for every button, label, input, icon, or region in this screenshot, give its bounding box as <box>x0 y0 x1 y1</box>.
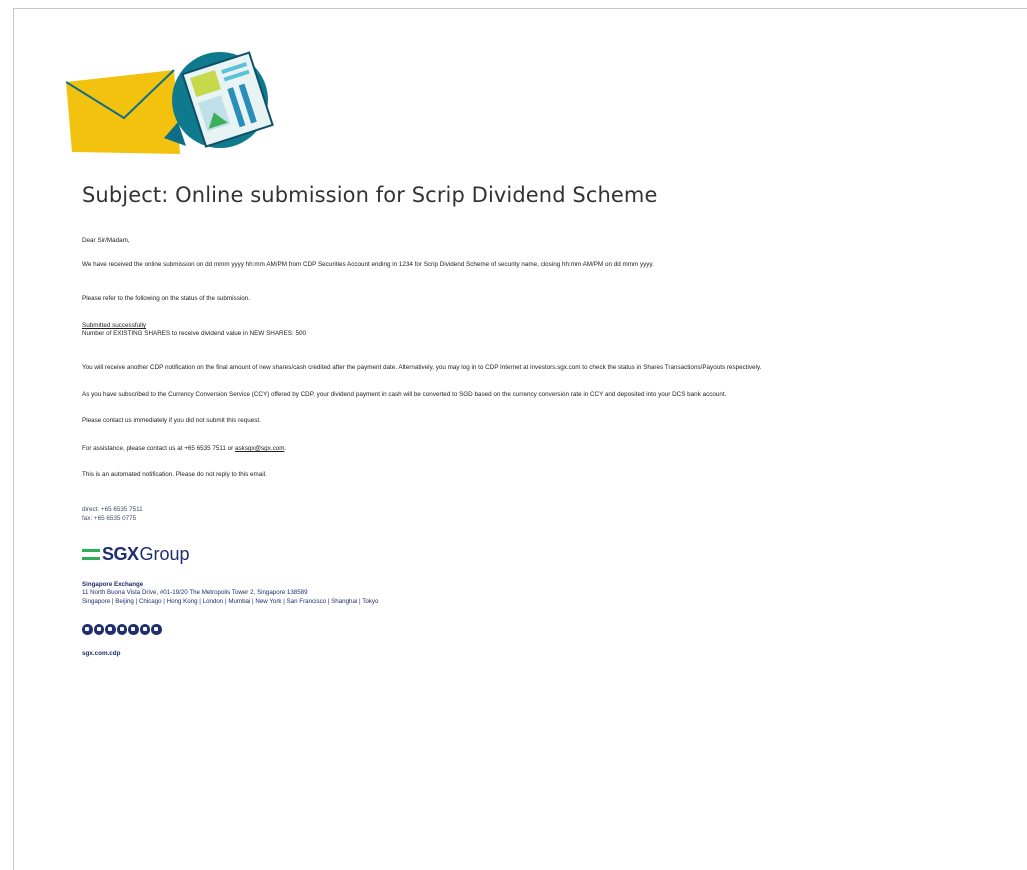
social-icons <box>82 624 162 635</box>
linkedin-icon[interactable] <box>93 624 104 635</box>
facebook-icon[interactable] <box>82 624 93 635</box>
sgx-bars-icon <box>82 548 100 560</box>
para-assistance: For assistance, please contact us at +65… <box>82 444 286 453</box>
assist-suffix: . <box>284 445 287 452</box>
logo-sgx-text: SGX <box>102 543 139 564</box>
para-automated: This is an automated notification. Pleas… <box>82 471 267 478</box>
org-name: Singapore Exchange <box>82 581 144 588</box>
org-address: 11 North Buona Vista Drive, #01-19/20 Th… <box>82 589 308 597</box>
assist-prefix: For assistance, please contact us at +65… <box>82 445 236 452</box>
telegram-icon[interactable] <box>116 624 127 635</box>
sgx-group-logo: SGX Group <box>82 543 190 565</box>
para-notification: You will receive another CDP notificatio… <box>82 364 762 371</box>
email-subject: Subject: Online submission for Scrip Div… <box>82 183 658 207</box>
para-ccy: As you have subscribed to the Currency C… <box>82 391 727 398</box>
para-contact: Please contact us immediately if you did… <box>82 417 261 424</box>
weibo-icon[interactable] <box>139 624 150 635</box>
logo-group-text: Group <box>139 543 190 564</box>
org-cities: Singapore | Beijing | Chicago | Hong Kon… <box>82 597 379 605</box>
status-detail: Number of EXISTING SHARES to receive div… <box>82 330 306 337</box>
email-greeting: Dear Sir/Madam, <box>82 237 130 244</box>
para-refer: Please refer to the following on the sta… <box>82 295 251 302</box>
para-received: We have received the online submission o… <box>82 261 654 268</box>
signature-direct: direct: +65 6535 7511 <box>82 506 143 513</box>
signature-address-block: Singapore Exchange 11 North Buona Vista … <box>82 581 378 606</box>
youtube-icon[interactable] <box>151 624 162 635</box>
envelope-newsletter-illustration <box>66 51 274 154</box>
twitter-icon[interactable] <box>128 624 139 635</box>
website-link[interactable]: sgx.com.cdp <box>82 650 121 657</box>
envelope-icon <box>66 70 180 154</box>
assist-email-link[interactable]: asksgx@sgx.com <box>235 445 284 452</box>
signature-fax: fax: +65 6535 0775 <box>82 515 137 522</box>
instagram-icon[interactable] <box>105 624 116 635</box>
